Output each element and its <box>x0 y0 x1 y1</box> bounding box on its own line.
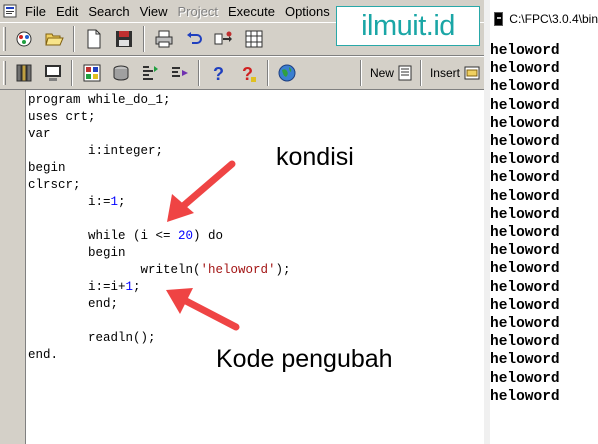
open-folder-icon[interactable] <box>41 26 67 52</box>
monitor-icon[interactable] <box>40 60 65 86</box>
code-line: i:=1; <box>28 195 126 209</box>
menu-execute[interactable]: Execute <box>223 4 280 19</box>
console-output-line: heloword <box>490 115 560 132</box>
insert-label: Insert <box>429 66 460 80</box>
console-output-line: heloword <box>490 243 560 260</box>
insert-icon <box>464 66 480 80</box>
menu-options[interactable]: Options <box>280 4 335 19</box>
toolbar-separator <box>359 60 362 86</box>
console-output-line: heloword <box>490 334 560 351</box>
toolbar-grip[interactable] <box>3 27 6 51</box>
toolbar-separator <box>419 60 422 86</box>
code-line: var <box>28 127 51 141</box>
console-title: C:\FPC\3.0.4\bin <box>509 12 598 26</box>
new-item-button[interactable]: New <box>366 60 416 86</box>
watermark-logo: ilmuit.id <box>336 6 480 46</box>
app-icon[interactable] <box>2 3 18 19</box>
project-icon[interactable] <box>11 26 37 52</box>
menu-view[interactable]: View <box>135 4 173 19</box>
console-output-line: heloword <box>490 388 560 405</box>
console-output-line: heloword <box>490 352 560 369</box>
code-line: clrscr; <box>28 178 81 192</box>
grid-icon[interactable] <box>241 26 267 52</box>
toolbar-separator <box>71 60 74 86</box>
code-line: begin <box>28 161 66 175</box>
console-output-line: heloword <box>490 279 560 296</box>
insert-button[interactable]: Insert <box>426 60 484 86</box>
console-output-line: heloword <box>490 206 560 223</box>
toolbar-separator <box>73 26 75 52</box>
toolbar-separator <box>266 60 269 86</box>
run-icon[interactable] <box>79 60 104 86</box>
code-line: uses crt; <box>28 110 96 124</box>
console-output-line: heloword <box>490 261 560 278</box>
code-line: begin <box>28 246 126 260</box>
globe-icon[interactable] <box>275 60 300 86</box>
code-line: i:integer; <box>28 144 164 158</box>
menu-edit[interactable]: Edit <box>51 4 83 19</box>
print-icon[interactable] <box>151 26 177 52</box>
menu-search[interactable]: Search <box>83 4 134 19</box>
ide-window: File Edit Search View Project Execute Op… <box>0 0 484 444</box>
new-item-label: New <box>369 66 394 80</box>
console-output-line: heloword <box>490 370 560 387</box>
help-icon[interactable]: ? <box>206 60 231 86</box>
console-title-bar[interactable]: C:\FPC\3.0.4\bin <box>490 0 598 38</box>
console-output-line: heloword <box>490 170 560 187</box>
toolbar-separator <box>198 60 201 86</box>
code-line: writeln('heloword'); <box>28 263 291 277</box>
compile-icon[interactable] <box>11 60 36 86</box>
svg-text:?: ? <box>213 64 224 83</box>
console-output-line: heloword <box>490 79 560 96</box>
code-editor[interactable]: program while_do_1;uses crt; var i:intege… <box>26 90 484 444</box>
code-line: i:=i+1; <box>28 280 141 294</box>
console-output-line: heloword <box>490 225 560 241</box>
console-output[interactable]: heloword heloword heloword heloword heloword… <box>490 40 598 444</box>
code-line: while (i <= 20) do <box>28 229 224 243</box>
code-line: program while_do_1; <box>28 93 171 107</box>
rebuild-icon[interactable] <box>109 60 134 86</box>
console-output-line: heloword <box>490 43 560 59</box>
undo-icon[interactable] <box>181 26 207 52</box>
menu-file[interactable]: File <box>20 4 51 19</box>
code-line: end; <box>28 297 119 311</box>
toolbar-separator <box>143 26 145 52</box>
toolbar-secondary: ? ? New Insert <box>0 56 484 90</box>
console-output-line: heloword <box>490 297 560 314</box>
menu-project[interactable]: Project <box>173 4 223 19</box>
console-app-icon <box>494 12 504 26</box>
save-icon[interactable] <box>111 26 137 52</box>
new-file-icon[interactable] <box>81 26 107 52</box>
code-line: end. <box>28 348 59 362</box>
console-output-line: heloword <box>490 97 560 114</box>
annotation-kondisi: kondisi <box>276 143 354 171</box>
watermark-text: ilmuit.id <box>361 9 455 42</box>
replace-icon[interactable] <box>211 26 237 52</box>
debug-icon[interactable] <box>167 60 192 86</box>
console-window: C:\FPC\3.0.4\bin heloword heloword helowor… <box>484 0 598 444</box>
console-output-line: heloword <box>490 316 560 332</box>
document-list-icon <box>398 65 412 81</box>
editor-gutter <box>0 90 26 444</box>
code-line: readln(); <box>28 331 156 345</box>
console-output-line: heloword <box>490 188 560 205</box>
annotation-kode-pengubah: Kode pengubah <box>216 345 393 373</box>
console-output-line: heloword <box>490 61 560 78</box>
editor-area: program while_do_1;uses crt; var i:intege… <box>0 90 484 444</box>
console-output-line: heloword <box>490 134 560 150</box>
console-output-line: heloword <box>490 152 560 169</box>
toolbar-grip[interactable] <box>3 61 6 85</box>
debug-step-icon[interactable] <box>138 60 163 86</box>
help-context-icon[interactable]: ? <box>236 60 261 86</box>
